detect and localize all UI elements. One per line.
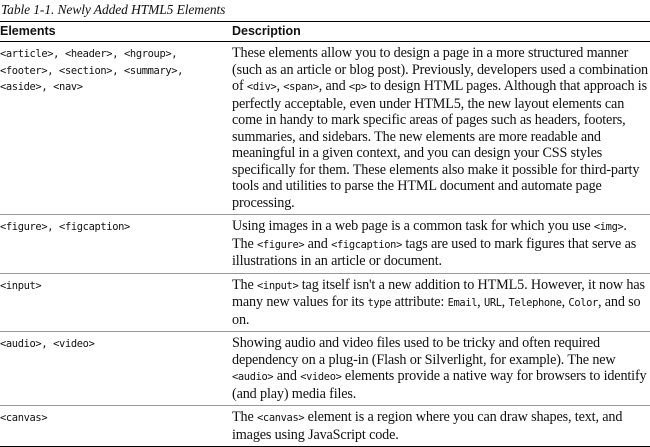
table-caption: Table 1-1. Newly Added HTML5 Elements [1,2,226,17]
table-row: <article>, <header>, <hgroup>, <footer>,… [0,42,650,215]
inline-code: <input> [257,279,299,292]
inline-code: <canvas> [257,412,305,424]
description-text: Showing audio and video files used to be… [232,335,616,368]
element-names-cell: <figure>, <figcaption> [0,221,130,233]
element-names-cell: <article>, <header>, <hgroup>, <footer>,… [0,48,184,93]
inline-code: URL [483,297,502,309]
element-names-cell: <input> [0,279,42,292]
table-row: <audio>, <video> Showing audio and video … [0,332,650,406]
description-text: The [232,276,258,293]
element-names-cell: <audio>, <video> [0,338,95,350]
inline-code: <figcaption> [331,238,402,251]
table-row: <figure>, <figcaption> Using images in a … [0,215,650,274]
inline-code: <video> [300,371,342,383]
description-cell: Showing audio and video files used to be… [231,332,650,405]
description-cell: These elements allow you to design a pag… [231,42,650,214]
table-body: <article>, <header>, <hgroup>, <footer>,… [0,42,650,446]
column-header-elements: Elements [0,24,56,38]
description-text: to design HTML pages. Although that appr… [232,78,647,211]
description-cell: The <input> tag itself isn't a new addit… [231,274,650,332]
inline-code: type [367,297,392,309]
inline-code: <figure> [257,238,305,251]
inline-code: <audio> [232,371,274,383]
description-text: and [304,235,332,252]
description-text: , [477,294,484,310]
inline-code: <span> [283,81,319,93]
description-text: and [273,368,301,384]
description-text: Using images in a web page is a common t… [232,218,594,234]
inline-code: <p> [348,81,367,93]
description-cell: Using images in a web page is a common t… [231,215,650,273]
column-header-description: Description [232,24,301,38]
element-names-cell: <canvas> [0,412,48,424]
table-row: <canvas> The <canvas> element is a region… [0,406,650,446]
inline-code: Telephone [508,297,562,309]
inline-code: Email [447,297,478,309]
description-cell: The <canvas> element is a region where y… [231,406,650,446]
description-text: attribute: [391,294,448,310]
inline-code: <div> [246,81,277,93]
description-text: , and [318,78,349,94]
html5-elements-table: Elements Description <article>, <header>… [0,21,650,447]
inline-code: <img> [593,221,624,233]
inline-code: Color [568,297,598,309]
table-row: <input> The <input> tag itself isn't a ne… [0,274,650,332]
table-header-row: Elements Description [0,22,650,42]
description-text: The [232,409,258,425]
